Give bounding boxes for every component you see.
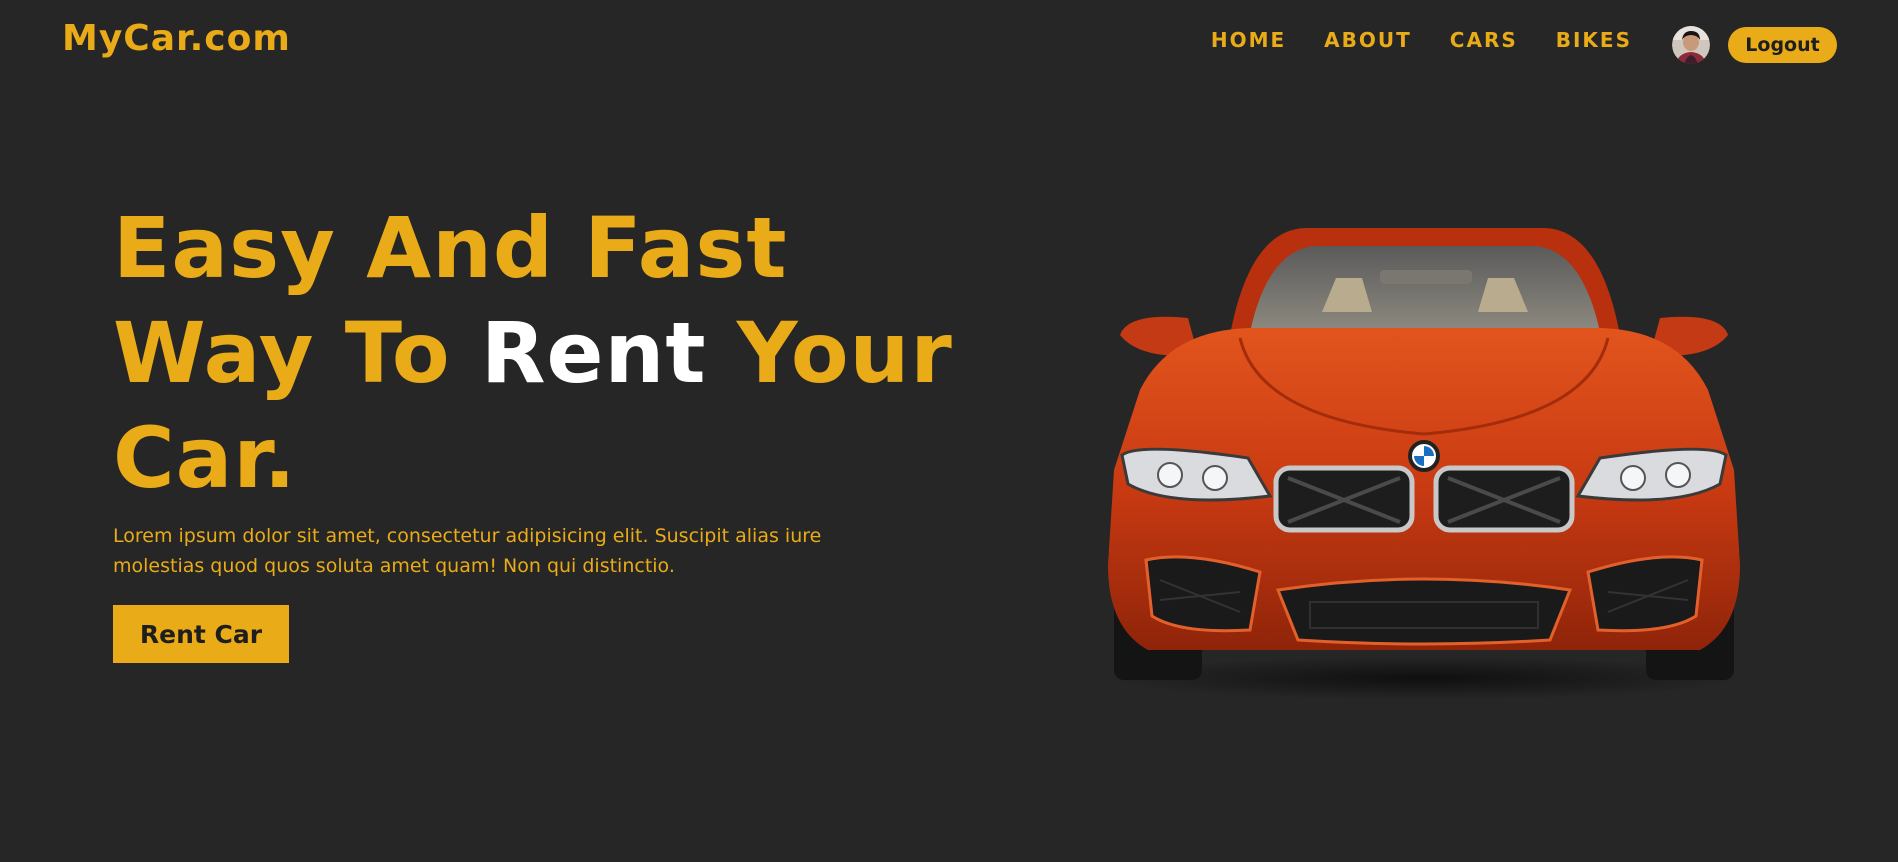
headline-line-1: Easy And Fast <box>113 199 788 297</box>
headline-line-2-start: Way To <box>113 304 481 402</box>
logout-button[interactable]: Logout <box>1728 27 1837 63</box>
hero-headline: Easy And Fast Way To Rent Your Car. <box>113 196 953 511</box>
hero-car-image <box>1100 220 1748 700</box>
nav-bikes[interactable]: BIKES <box>1556 28 1632 52</box>
main-nav: HOME ABOUT CARS BIKES <box>1211 28 1632 52</box>
avatar[interactable] <box>1672 26 1710 64</box>
nav-cars[interactable]: CARS <box>1450 28 1518 52</box>
nav-home[interactable]: HOME <box>1211 28 1286 52</box>
hero-description: Lorem ipsum dolor sit amet, consectetur … <box>113 525 822 577</box>
headline-line-3: Car. <box>113 409 297 507</box>
site-logo[interactable]: MyCar.com <box>62 18 291 59</box>
headline-line-2-end: Your <box>706 304 953 402</box>
car-icon <box>1104 228 1744 700</box>
headline-highlight: Rent <box>480 304 707 402</box>
user-avatar-icon <box>1672 26 1710 64</box>
nav-about[interactable]: ABOUT <box>1324 28 1412 52</box>
rent-car-button[interactable]: Rent Car <box>113 605 289 663</box>
